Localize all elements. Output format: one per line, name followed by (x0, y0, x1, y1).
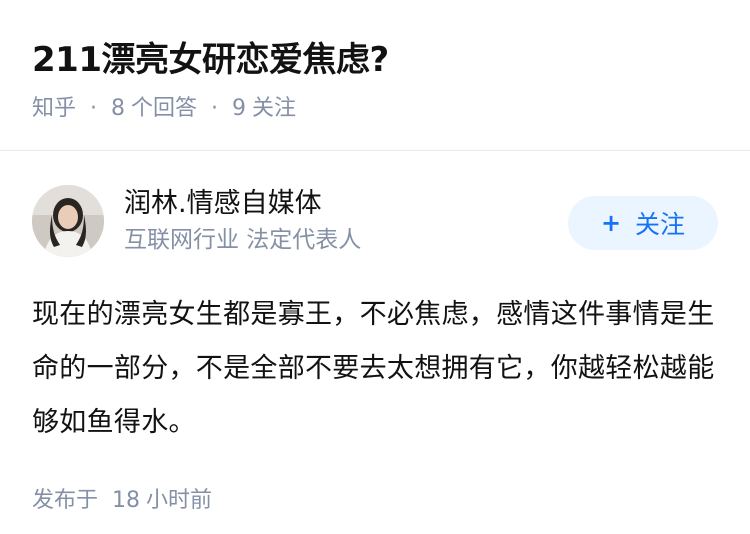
follow-button[interactable]: + 关注 (568, 196, 718, 250)
question-title[interactable]: 211漂亮女研恋爱焦虑? (32, 38, 718, 82)
author-description: 互联网行业 法定代表人 (124, 227, 362, 253)
separator-dot: · (90, 96, 98, 121)
published-time-number: 18 (112, 488, 141, 513)
answer-count-label[interactable]: 个回答 (131, 94, 197, 124)
source-label[interactable]: 知乎 (32, 94, 76, 124)
avatar[interactable] (32, 185, 104, 257)
answer-card: 润林.情感自媒体 互联网行业 法定代表人 + 关注 现在的漂亮女生都是寡王，不必… (32, 182, 718, 516)
plus-icon: + (600, 209, 622, 237)
follower-count[interactable]: 9 (232, 94, 246, 124)
answer-count[interactable]: 8 (111, 94, 125, 124)
answer-content[interactable]: 现在的漂亮女生都是寡王，不必焦虑，感情这件事情是生命的一部分，不是全部不要去太想… (32, 288, 718, 450)
separator-dot: · (211, 96, 219, 121)
divider (0, 150, 750, 151)
answer-footer: 发布于 18 小时前 (32, 486, 718, 516)
author-info: 润林.情感自媒体 互联网行业 法定代表人 (124, 186, 568, 256)
author-name[interactable]: 润林.情感自媒体 (124, 186, 568, 222)
published-prefix: 发布于 (32, 488, 99, 513)
follower-count-label[interactable]: 关注 (252, 94, 296, 124)
published-time-unit: 小时前 (146, 488, 213, 513)
avatar-image (32, 185, 104, 257)
question-header: 211漂亮女研恋爱焦虑? 知乎 · 8 个回答 · 9 关注 (0, 0, 750, 121)
author-row: 润林.情感自媒体 互联网行业 法定代表人 + 关注 (32, 182, 718, 260)
follow-button-label: 关注 (635, 210, 686, 239)
question-meta: 知乎 · 8 个回答 · 9 关注 (32, 94, 718, 124)
